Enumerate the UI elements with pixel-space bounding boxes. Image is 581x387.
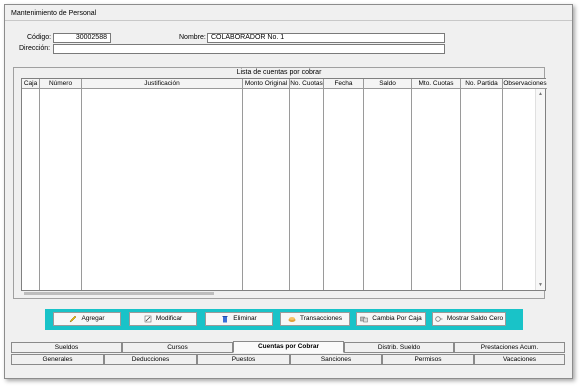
grid-column-monto-original bbox=[243, 89, 290, 290]
column-header-monto-original[interactable]: Monto Original bbox=[243, 79, 290, 89]
nombre-label: Nombre: bbox=[179, 34, 206, 41]
view-zero-icon bbox=[435, 315, 443, 323]
tab-sueldos[interactable]: Sueldos bbox=[11, 342, 122, 353]
accounts-receivable-group: Lista de cuentas por cobrar Caja Número … bbox=[13, 67, 547, 299]
vertical-scrollbar[interactable]: ▲ ▼ bbox=[535, 89, 545, 290]
transacciones-button[interactable]: Transacciones bbox=[280, 312, 350, 326]
direccion-label: Dirección: bbox=[19, 45, 51, 52]
codigo-field[interactable]: 30002588 bbox=[53, 33, 111, 43]
column-header-fecha[interactable]: Fecha bbox=[324, 79, 364, 89]
window-title: Mantenimiento de Personal bbox=[11, 10, 97, 17]
column-header-saldo[interactable]: Saldo bbox=[364, 79, 412, 89]
trash-icon bbox=[221, 315, 229, 323]
grid-column-numero bbox=[40, 89, 82, 290]
tab-generales[interactable]: Generales bbox=[11, 354, 104, 365]
mostrar-saldo-cero-label: Mostrar Saldo Cero bbox=[446, 315, 504, 322]
codigo-label: Código: bbox=[27, 34, 52, 41]
tab-cuentas-por-cobrar[interactable]: Cuentas por Cobrar bbox=[233, 341, 344, 353]
grid-column-no-partida bbox=[461, 89, 503, 290]
column-header-justificacion[interactable]: Justificación bbox=[82, 79, 243, 89]
tab-sanciones[interactable]: Sanciones bbox=[290, 354, 382, 365]
tab-vacaciones[interactable]: Vacaciones bbox=[474, 354, 565, 365]
mostrar-saldo-cero-button[interactable]: Mostrar Saldo Cero bbox=[432, 312, 506, 326]
grid-column-caja bbox=[22, 89, 40, 290]
tab-cursos[interactable]: Cursos bbox=[122, 342, 233, 353]
cambia-por-caja-button[interactable]: Cambia Por Caja bbox=[356, 312, 426, 326]
modificar-button[interactable]: Modificar bbox=[129, 312, 197, 326]
group-title: Lista de cuentas por cobrar bbox=[236, 69, 322, 76]
scroll-down-icon[interactable]: ▼ bbox=[538, 282, 543, 288]
modificar-label: Modificar bbox=[155, 315, 183, 322]
tab-prestaciones-acum[interactable]: Prestaciones Acum. bbox=[454, 342, 565, 353]
column-header-caja[interactable]: Caja bbox=[22, 79, 40, 89]
column-header-mto-cuotas[interactable]: Mto. Cuotas bbox=[412, 79, 461, 89]
action-button-bar: Agregar Modificar Eliminar Transacciones… bbox=[45, 309, 523, 330]
tab-distrib-sueldo[interactable]: Distrib. Sueldo bbox=[344, 342, 454, 353]
column-header-no-partida[interactable]: No. Partida bbox=[461, 79, 503, 89]
cambia-por-caja-label: Cambia Por Caja bbox=[372, 315, 422, 322]
grid-column-no-cuotas bbox=[290, 89, 324, 290]
agregar-label: Agregar bbox=[81, 315, 105, 322]
agregar-button[interactable]: Agregar bbox=[53, 312, 121, 326]
edit-document-icon bbox=[144, 315, 152, 323]
tab-permisos[interactable]: Permisos bbox=[382, 354, 474, 365]
eliminar-label: Eliminar bbox=[233, 315, 257, 322]
swap-box-icon bbox=[360, 315, 368, 323]
grid-column-justificacion bbox=[82, 89, 243, 290]
nombre-field[interactable]: COLABORADOR No. 1 bbox=[207, 33, 445, 43]
eliminar-button[interactable]: Eliminar bbox=[205, 312, 273, 326]
accounts-grid[interactable]: Caja Número Justificación Monto Original… bbox=[21, 78, 547, 291]
pencil-icon bbox=[69, 315, 77, 323]
column-header-no-cuotas[interactable]: No. Cuotas bbox=[290, 79, 324, 89]
direccion-field[interactable] bbox=[53, 44, 445, 54]
tab-puestos[interactable]: Puestos bbox=[197, 354, 290, 365]
grid-column-saldo bbox=[364, 89, 412, 290]
scroll-up-icon[interactable]: ▲ bbox=[538, 91, 543, 97]
grid-column-fecha bbox=[324, 89, 364, 290]
transactions-icon bbox=[288, 315, 296, 323]
column-header-observaciones[interactable]: Observaciones bbox=[503, 79, 547, 89]
horizontal-scrollbar[interactable] bbox=[24, 292, 214, 295]
transacciones-label: Transacciones bbox=[299, 315, 343, 322]
grid-column-mto-cuotas bbox=[412, 89, 461, 290]
column-header-numero[interactable]: Número bbox=[40, 79, 82, 89]
title-separator bbox=[5, 20, 572, 21]
maintenance-window: Mantenimiento de Personal Código: 300025… bbox=[4, 4, 573, 379]
tab-deducciones[interactable]: Deducciones bbox=[104, 354, 197, 365]
